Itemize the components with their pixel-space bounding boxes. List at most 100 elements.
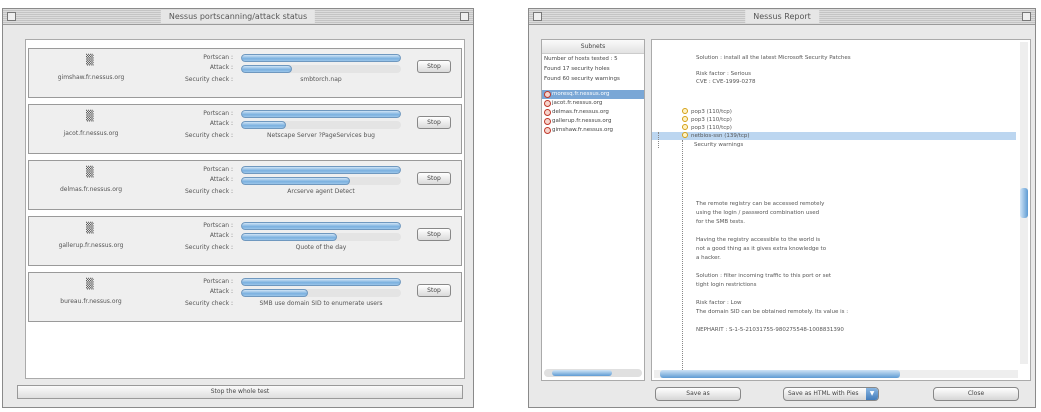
portscan-label: Portscan : [203, 222, 233, 229]
report-line: Risk factor : Serious [696, 71, 751, 77]
host-row: ▒ delmas.fr.nessus.org Portscan : Attack : S… [28, 160, 462, 210]
hosts-tested-summary: Number of hosts tested : 5 [544, 56, 618, 62]
tree-guide-line [682, 140, 683, 370]
port-warning-icon [682, 108, 688, 114]
host-row: ▒ jacot.fr.nessus.org Portscan : Attack : Se… [28, 104, 462, 154]
host-row: ▒ bureau.fr.nessus.org Portscan : Attack : S… [28, 272, 462, 322]
scrollbar-thumb[interactable] [1020, 188, 1028, 218]
warning-circle-icon [544, 109, 551, 116]
host-name: bureau.fr.nessus.org [60, 298, 122, 305]
save-as-button[interactable]: Save as [655, 387, 741, 401]
host-list-item[interactable]: gallerup.fr.nessus.org [542, 117, 644, 126]
report-line: The domain SID can be obtained remotely.… [696, 309, 849, 315]
report-line: tight login restrictions [696, 282, 757, 288]
network-host-icon: ▒ [86, 279, 94, 290]
tree-guide-line [658, 132, 659, 148]
close-button[interactable]: Close [933, 387, 1019, 401]
host-name: jacot.fr.nessus.org [63, 130, 119, 137]
scrollbar-thumb[interactable] [552, 370, 612, 376]
chevron-down-icon[interactable]: ▼ [866, 388, 878, 400]
attack-progress-bar [241, 177, 401, 185]
title-bar[interactable]: Nessus portscanning/attack status [3, 9, 473, 25]
zoom-box-icon[interactable] [460, 12, 469, 21]
portscan-progress-bar [241, 222, 401, 230]
stop-host-button[interactable]: Stop [417, 60, 451, 73]
window-title: Nessus portscanning/attack status [160, 10, 316, 23]
attack-progress-bar [241, 289, 401, 297]
security-check-label: Security check : [184, 244, 233, 251]
attack-progress-fill [241, 65, 293, 73]
host-list-item-label: delmas.fr.nessus.org [552, 109, 609, 115]
close-box-icon[interactable] [533, 12, 542, 21]
stop-host-button[interactable]: Stop [417, 172, 451, 185]
attack-label: Attack : [209, 232, 233, 239]
network-host-icon: ▒ [86, 167, 94, 178]
attack-progress-fill [241, 121, 286, 129]
security-check-label: Security check : [184, 188, 233, 195]
host-list-item[interactable]: moresq.fr.nessus.org [542, 90, 644, 99]
attack-progress-bar [241, 65, 401, 73]
report-line: a hacker. [696, 255, 721, 261]
host-row: ▒ gimshaw.fr.nessus.org Portscan : Attack :… [28, 48, 462, 98]
report-line: The remote registry can be accessed remo… [696, 201, 825, 207]
port-tree-label: pop3 (110/tcp) [691, 117, 732, 123]
title-bar[interactable]: Nessus Report [529, 9, 1035, 25]
network-host-icon: ▒ [86, 223, 94, 234]
portscan-progress-fill [241, 166, 401, 174]
stop-host-button[interactable]: Stop [417, 284, 451, 297]
portscan-progress-bar [241, 166, 401, 174]
severity-label[interactable]: Security warnings [694, 141, 743, 149]
portscan-progress-fill [241, 110, 401, 118]
close-box-icon[interactable] [7, 12, 16, 21]
portscan-label: Portscan : [203, 110, 233, 117]
warning-circle-icon [544, 91, 551, 98]
port-tree-item[interactable]: netbios-ssn (139/tcp) [652, 132, 1016, 140]
portscan-label: Portscan : [203, 166, 233, 173]
stop-whole-test-button[interactable]: Stop the whole test [17, 385, 463, 399]
warning-circle-icon [544, 118, 551, 125]
security-holes-summary: Found 17 security holes [544, 66, 610, 72]
host-list-item[interactable]: delmas.fr.nessus.org [542, 108, 644, 117]
host-name: gallerup.fr.nessus.org [58, 242, 124, 249]
scan-hosts-panel: ▒ gimshaw.fr.nessus.org Portscan : Attack :… [25, 39, 465, 379]
portscan-progress-fill [241, 54, 401, 62]
attack-progress-fill [241, 233, 337, 241]
network-host-icon: ▒ [86, 111, 94, 122]
host-row: ▒ gallerup.fr.nessus.org Portscan : Attack … [28, 216, 462, 266]
zoom-box-icon[interactable] [1022, 12, 1031, 21]
subnets-header[interactable]: Subnets [542, 40, 644, 54]
port-tree-label: pop3 (110/tcp) [691, 109, 732, 115]
host-list: moresq.fr.nessus.org jacot.fr.nessus.org d… [542, 90, 644, 135]
port-tree-item[interactable]: pop3 (110/tcp) [682, 124, 732, 132]
port-warning-icon [682, 132, 688, 138]
warning-circle-icon [544, 100, 551, 107]
port-tree-item[interactable]: pop3 (110/tcp) [682, 116, 732, 124]
host-list-item[interactable]: jacot.fr.nessus.org [542, 99, 644, 108]
vertical-scrollbar[interactable] [1020, 42, 1028, 364]
scrollbar-thumb[interactable] [660, 370, 900, 378]
report-line: Solution : install all the latest Micros… [696, 55, 851, 61]
port-tree-item[interactable]: pop3 (110/tcp) [682, 108, 732, 116]
horizontal-scrollbar[interactable] [544, 369, 642, 377]
portscan-progress-fill [241, 278, 401, 286]
portscan-progress-fill [241, 222, 401, 230]
warning-circle-icon [544, 127, 551, 134]
port-warning-icon [682, 124, 688, 130]
portscan-progress-bar [241, 54, 401, 62]
host-list-panel: Subnets Number of hosts tested : 5 Found… [541, 39, 645, 381]
stop-host-button[interactable]: Stop [417, 116, 451, 129]
report-format-select[interactable]: Save as HTML with Pies ▼ [783, 387, 879, 401]
host-list-item[interactable]: gimshaw.fr.nessus.org [542, 126, 644, 135]
port-tree-label: pop3 (110/tcp) [691, 125, 732, 131]
stop-host-button[interactable]: Stop [417, 228, 451, 241]
horizontal-scrollbar[interactable] [654, 370, 1018, 378]
attack-progress-fill [241, 289, 309, 297]
portscan-progress-bar [241, 278, 401, 286]
attack-progress-bar [241, 233, 401, 241]
nessus-report-window: Nessus Report Subnets Number of hosts te… [528, 8, 1036, 408]
attack-progress-fill [241, 177, 350, 185]
report-format-value: Save as HTML with Pies [788, 390, 859, 397]
security-check-label: Security check : [184, 300, 233, 307]
attack-label: Attack : [209, 64, 233, 71]
attack-label: Attack : [209, 120, 233, 127]
